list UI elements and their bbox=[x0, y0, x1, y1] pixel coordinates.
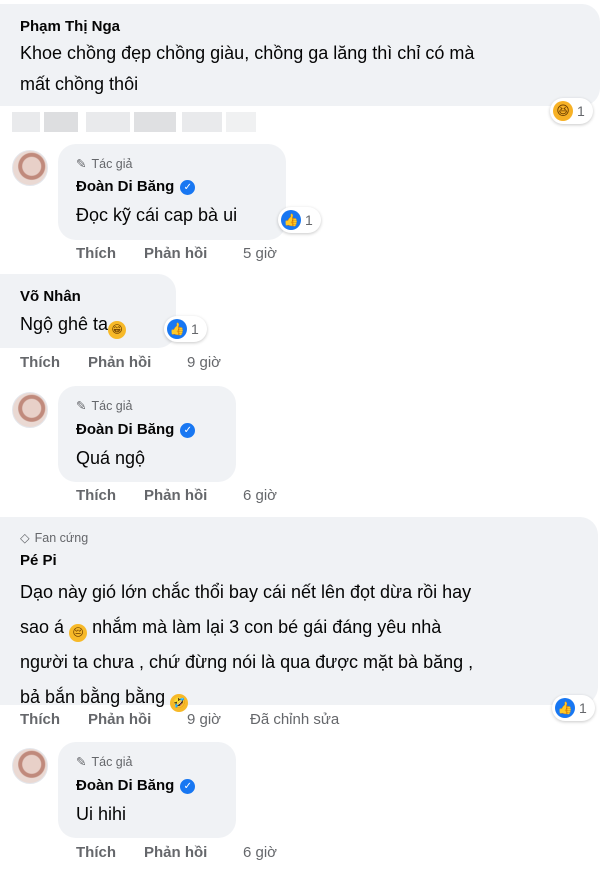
author-badge-label: Tác giả bbox=[91, 156, 133, 171]
pencil-icon: ✎ bbox=[76, 399, 87, 413]
author-badge-label: Tác giả bbox=[91, 754, 133, 769]
timestamp[interactable]: 9 giờ bbox=[187, 354, 221, 371]
blurred-text bbox=[86, 112, 130, 132]
timestamp[interactable]: 5 giờ bbox=[243, 245, 277, 262]
avatar[interactable] bbox=[12, 748, 48, 784]
comment-author[interactable]: Phạm Thị Nga bbox=[20, 18, 120, 35]
like-icon: 👍 bbox=[555, 698, 575, 718]
comment-author[interactable]: Đoàn Di Băng ✓ bbox=[76, 777, 196, 794]
blurred-text bbox=[134, 112, 176, 132]
timestamp[interactable]: 9 giờ bbox=[187, 711, 221, 728]
comment-text: Ngộ ghê ta 😁 bbox=[20, 309, 127, 340]
blurred-text bbox=[12, 112, 40, 132]
reaction-count-number: 1 bbox=[577, 103, 585, 119]
comment-text: Dạo này gió lớn chắc thổi bay cái nết lê… bbox=[20, 575, 592, 715]
pensive-icon: 😔 bbox=[69, 624, 88, 642]
author-badge: ✎ Tác giả bbox=[76, 398, 133, 414]
reaction-count-number: 1 bbox=[579, 700, 587, 716]
avatar[interactable] bbox=[12, 392, 48, 428]
grin-icon: 😁 bbox=[108, 321, 127, 339]
like-button[interactable]: Thích bbox=[76, 487, 116, 504]
comment-text-line: người ta chưa , chứ đừng nói là qua được… bbox=[20, 652, 474, 672]
author-badge-label: Tác giả bbox=[91, 398, 133, 413]
like-icon: 👍 bbox=[167, 319, 187, 339]
fan-badge-label: Fan cứng bbox=[34, 530, 89, 545]
reply-button[interactable]: Phản hồi bbox=[144, 844, 207, 861]
haha-icon: 😆 bbox=[553, 101, 573, 121]
diamond-icon: ◇ bbox=[20, 531, 30, 545]
timestamp[interactable]: 6 giờ bbox=[243, 487, 277, 504]
comment-text-line: bả bắn bằng bằng 🤣 bbox=[20, 680, 592, 715]
pencil-icon: ✎ bbox=[76, 157, 87, 171]
comment-text: Khoe chồng đẹp chồng giàu, chồng ga lăng… bbox=[20, 38, 590, 100]
reply-button[interactable]: Phản hồi bbox=[88, 354, 151, 371]
like-button[interactable]: Thích bbox=[76, 245, 116, 262]
blurred-text bbox=[182, 112, 222, 132]
reaction-count[interactable]: 😆 1 bbox=[550, 98, 593, 124]
reaction-count[interactable]: 👍 1 bbox=[552, 695, 595, 721]
comment-text: Ui hihi bbox=[76, 804, 127, 824]
author-badge: ✎ Tác giả bbox=[76, 156, 133, 172]
comment-text: Đọc kỹ cái cap bà ui bbox=[76, 205, 238, 225]
reply-button[interactable]: Phản hồi bbox=[144, 487, 207, 504]
comment-text-line: mất chồng thôi bbox=[20, 74, 139, 94]
blurred-text bbox=[226, 112, 256, 132]
reply-button[interactable]: Phản hồi bbox=[144, 245, 207, 262]
comment-text-line: Khoe chồng đẹp chồng giàu, chồng ga lăng… bbox=[20, 43, 475, 63]
verified-icon: ✓ bbox=[180, 423, 196, 438]
comment-author[interactable]: Võ Nhân bbox=[20, 288, 81, 305]
pencil-icon: ✎ bbox=[76, 755, 87, 769]
author-badge: ✎ Tác giả bbox=[76, 754, 133, 770]
like-button[interactable]: Thích bbox=[76, 844, 116, 861]
verified-icon: ✓ bbox=[180, 779, 196, 794]
verified-icon: ✓ bbox=[180, 180, 196, 195]
reaction-count[interactable]: 👍 1 bbox=[164, 316, 207, 342]
comment-author[interactable]: Pé Pi bbox=[20, 552, 57, 569]
edited-label[interactable]: Đã chỉnh sửa bbox=[250, 711, 339, 728]
reaction-count[interactable]: 👍 1 bbox=[278, 207, 321, 233]
reply-button[interactable]: Phản hồi bbox=[88, 711, 151, 728]
like-button[interactable]: Thích bbox=[20, 354, 60, 371]
timestamp[interactable]: 6 giờ bbox=[243, 844, 277, 861]
reaction-count-number: 1 bbox=[191, 321, 199, 337]
like-icon: 👍 bbox=[281, 210, 301, 230]
rofl-icon: 🤣 bbox=[170, 694, 189, 712]
avatar[interactable] bbox=[12, 150, 48, 186]
blurred-text bbox=[44, 112, 78, 132]
comment-author[interactable]: Đoàn Di Băng ✓ bbox=[76, 421, 196, 438]
comment-text-line: sao á 😔 nhắm mà làm lại 3 con bé gái đán… bbox=[20, 610, 592, 645]
comment-text: Quá ngộ bbox=[76, 448, 146, 468]
fan-badge: ◇ Fan cứng bbox=[20, 530, 89, 546]
reaction-count-number: 1 bbox=[305, 212, 313, 228]
comment-text-line: Dạo này gió lớn chắc thổi bay cái nết lê… bbox=[20, 582, 472, 602]
like-button[interactable]: Thích bbox=[20, 711, 60, 728]
comment-author[interactable]: Đoàn Di Băng ✓ bbox=[76, 178, 196, 195]
